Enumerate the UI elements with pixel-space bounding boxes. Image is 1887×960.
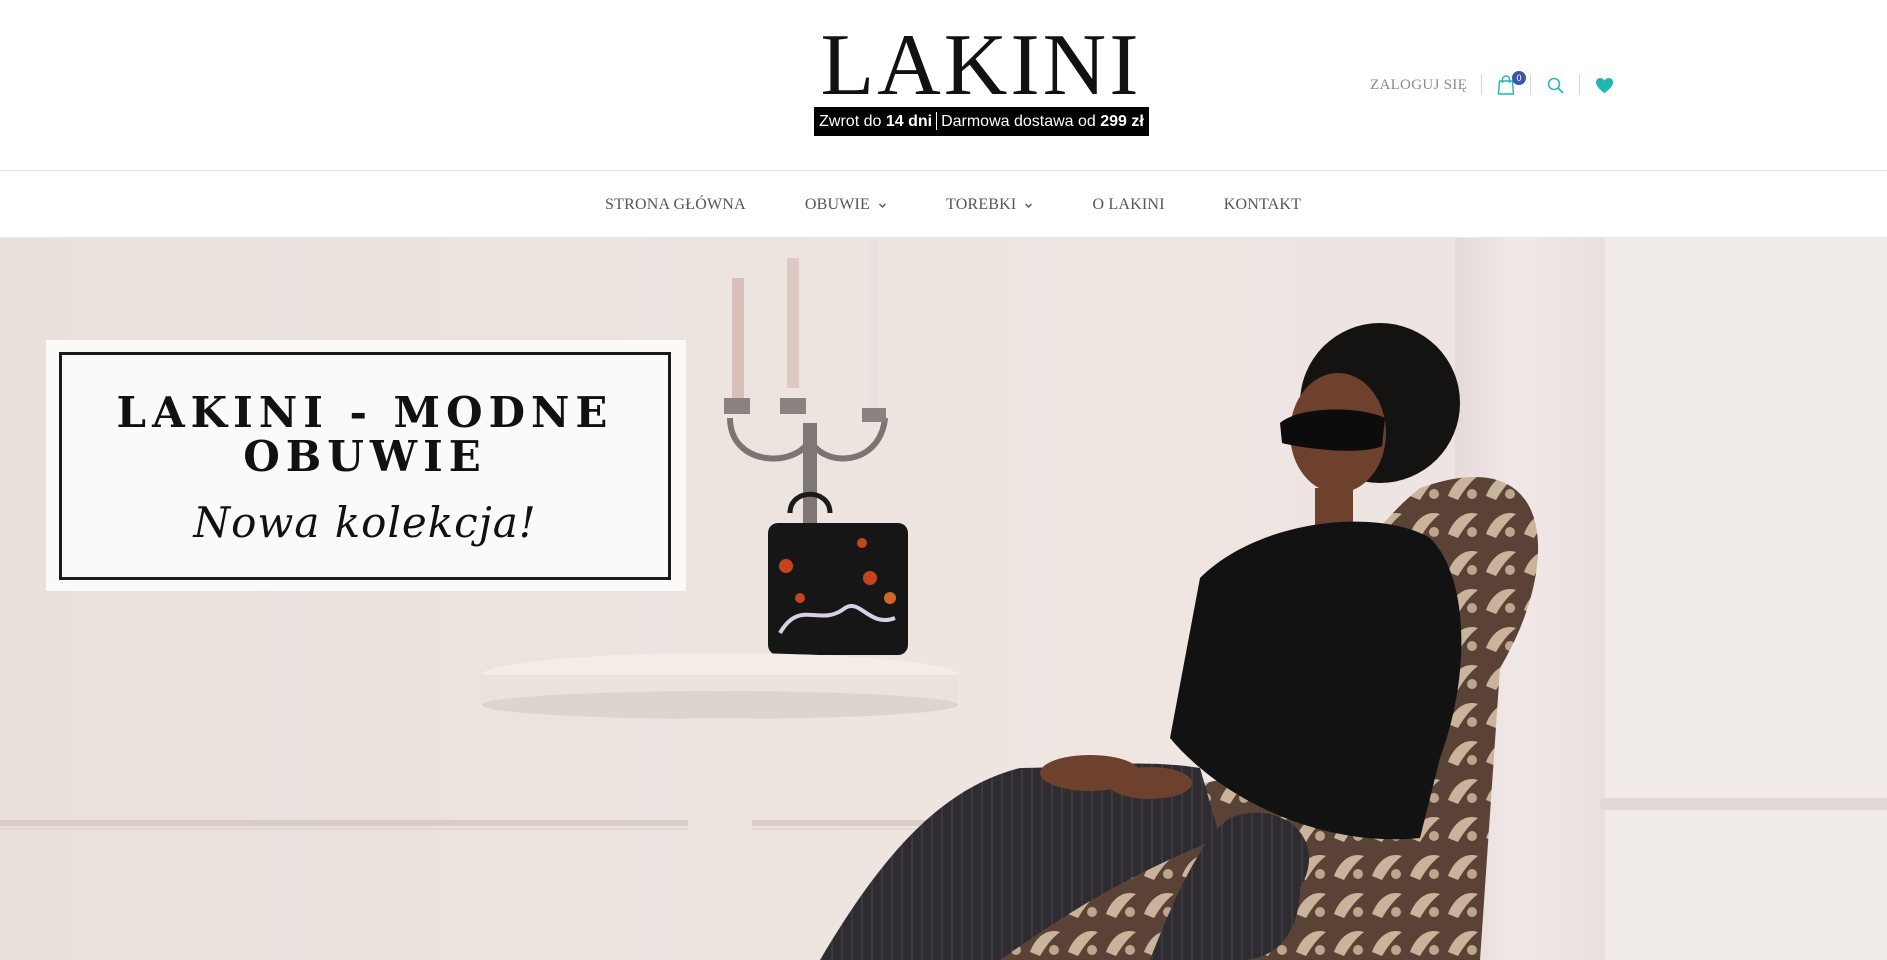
- nav-item-label: KONTAKT: [1223, 196, 1302, 213]
- nav-item-home[interactable]: STRONA GŁÓWNA: [605, 196, 746, 214]
- login-link[interactable]: ZALOGUJ SIĘ: [1370, 77, 1481, 94]
- hero-subtitle: Nowa kolekcja!: [193, 498, 537, 547]
- nav-item-label: OBUWIE: [804, 196, 871, 213]
- promo-shipping-threshold: 299 zł: [1100, 113, 1144, 130]
- site-header: LAKINI Zwrot do 14 dni Darmowa dostawa od…: [0, 0, 1887, 171]
- wishlist-button[interactable]: [1580, 70, 1628, 100]
- nav-item-shoes[interactable]: OBUWIE: [805, 196, 887, 214]
- nav-item-contact[interactable]: KONTAKT: [1224, 196, 1301, 214]
- nav-item-label: O LAKINI: [1092, 196, 1165, 213]
- promo-return-text: Zwrot do: [819, 113, 886, 130]
- logo-text: LAKINI: [820, 17, 1142, 114]
- nav-item-label: TOREBKI: [946, 196, 1017, 213]
- promo-shipping-text: Darmowa dostawa od: [941, 113, 1101, 130]
- search-button[interactable]: [1531, 70, 1579, 100]
- nav-list: STRONA GŁÓWNA OBUWIE TOREBKI O LAKINI KO…: [605, 172, 1301, 238]
- hero-banner[interactable]: LAKINI - MODNE OBUWIE Nowa kolekcja!: [0, 238, 1887, 960]
- cart-button[interactable]: 0: [1482, 70, 1530, 100]
- promo-banner: Zwrot do 14 dni Darmowa dostawa od 299 zł: [814, 107, 1149, 136]
- hero-promo-card[interactable]: LAKINI - MODNE OBUWIE Nowa kolekcja!: [46, 340, 686, 591]
- heart-icon: [1595, 77, 1614, 94]
- search-icon: [1547, 77, 1564, 94]
- site-logo[interactable]: LAKINI: [813, 17, 1149, 114]
- chevron-down-icon: [879, 203, 887, 208]
- nav-item-bags[interactable]: TOREBKI: [946, 196, 1033, 214]
- promo-divider: [936, 111, 938, 130]
- chevron-down-icon: [1025, 203, 1033, 208]
- promo-return-days: 14 dni: [885, 113, 933, 130]
- hero-title: LAKINI - MODNE OBUWIE: [116, 388, 614, 481]
- nav-item-about[interactable]: O LAKINI: [1092, 196, 1164, 214]
- header-actions: ZALOGUJ SIĘ 0: [1370, 70, 1628, 100]
- main-navigation: STRONA GŁÓWNA OBUWIE TOREBKI O LAKINI KO…: [0, 172, 1887, 238]
- hero-promo-frame: LAKINI - MODNE OBUWIE Nowa kolekcja!: [59, 352, 671, 580]
- cart-count-badge: 0: [1512, 71, 1527, 85]
- nav-item-label: STRONA GŁÓWNA: [605, 196, 746, 213]
